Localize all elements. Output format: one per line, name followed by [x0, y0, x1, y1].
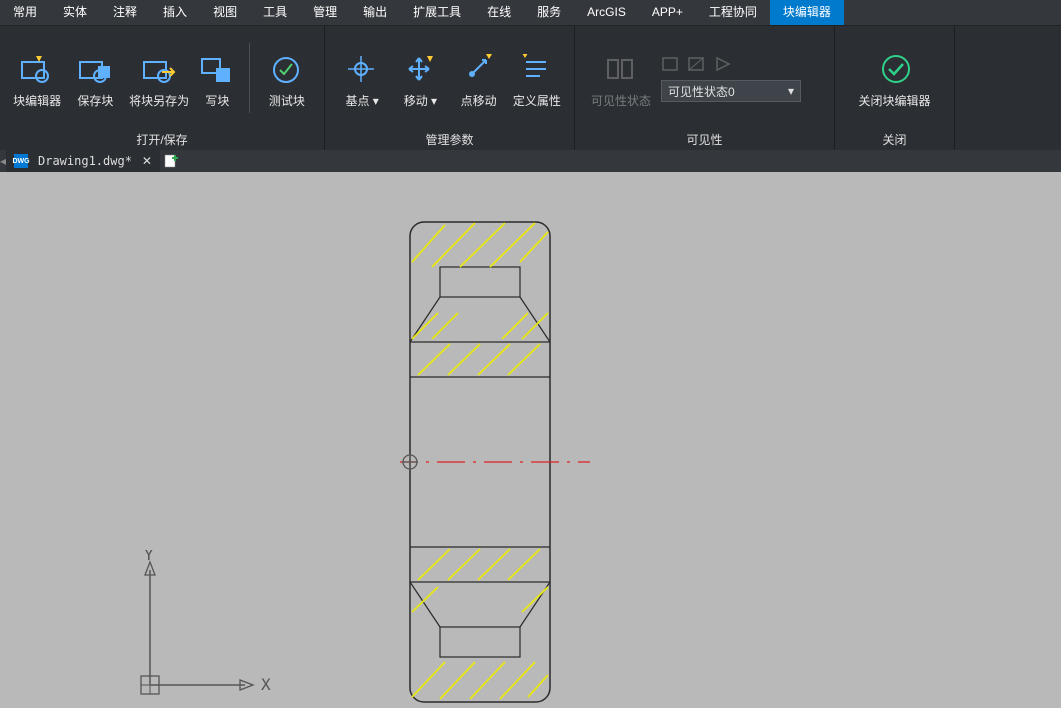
drawing-canvas[interactable]: Y X [0, 172, 1061, 708]
save-block-button[interactable]: 保存块 [68, 44, 122, 113]
menu-item[interactable]: 常用 [0, 0, 50, 25]
menu-item[interactable]: 扩展工具 [400, 0, 474, 25]
save-block-icon [78, 52, 112, 86]
write-block-button[interactable]: 写块 [196, 44, 239, 113]
point-move-button[interactable]: 点移动 [452, 44, 506, 113]
button-label: 基点 ▾ [345, 92, 378, 109]
menu-item[interactable]: APP+ [639, 0, 696, 25]
test-block-icon [270, 52, 304, 86]
basepoint-icon [345, 52, 379, 86]
define-attr-button[interactable]: 定义属性 [510, 44, 564, 113]
panel-title: 管理参数 [325, 130, 574, 150]
menu-item[interactable]: 实体 [50, 0, 100, 25]
define-attr-icon [520, 52, 554, 86]
visibility-states-icon [604, 52, 638, 86]
button-label: 块编辑器 [13, 92, 61, 109]
menu-item[interactable]: 工具 [250, 0, 300, 25]
close-tab-icon[interactable]: ✕ [142, 154, 152, 168]
ribbon-body: 块编辑器 保存块 将块另存为 写块 [0, 26, 324, 130]
document-tab-bar: ◂ DWG Drawing1.dwg* ✕ [0, 150, 1061, 172]
menu-item[interactable]: 注释 [100, 0, 150, 25]
button-label: 写块 [205, 92, 229, 109]
button-label: 可见性状态 [591, 92, 651, 109]
separator [249, 43, 250, 113]
point-move-icon [462, 52, 496, 86]
basepoint-button[interactable]: 基点 ▾ [335, 44, 389, 113]
chevron-down-icon: ▾ [788, 84, 794, 98]
button-label: 保存块 [77, 92, 113, 109]
menu-item[interactable]: 在线 [474, 0, 524, 25]
dwg-file-icon: DWG [14, 154, 28, 168]
menu-item[interactable]: 服务 [524, 0, 574, 25]
visibility-state-combo[interactable]: 可见性状态0 ▾ [661, 80, 801, 102]
panel-title: 打开/保存 [0, 130, 324, 150]
document-tab-label: Drawing1.dwg* [38, 154, 132, 168]
main-menubar: 常用 实体 注释 插入 视图 工具 管理 输出 扩展工具 在线 服务 ArcGI… [0, 0, 1061, 25]
menu-item[interactable]: 管理 [300, 0, 350, 25]
ribbon-body: 关闭块编辑器 [835, 26, 954, 130]
vis-icon-2 [687, 54, 707, 74]
ribbon: 块编辑器 保存块 将块另存为 写块 [0, 25, 1061, 150]
visibility-states-button: 可见性状态 [585, 44, 657, 113]
new-document-button[interactable] [160, 150, 182, 172]
test-block-button[interactable]: 测试块 [260, 44, 314, 113]
menu-item[interactable]: ArcGIS [574, 0, 639, 25]
ribbon-panel-manage-params: 基点 ▾ 移动 ▾ 点移动 定义属性 管理参数 [325, 26, 575, 150]
save-block-as-button[interactable]: 将块另存为 [126, 44, 191, 113]
document-tab[interactable]: DWG Drawing1.dwg* ✕ [6, 150, 160, 172]
block-editor-icon [20, 52, 54, 86]
button-label: 测试块 [269, 92, 305, 109]
ribbon-panel-visibility: 可见性状态 可见性状态0 ▾ 可见性 [575, 26, 835, 150]
button-label: 移动 ▾ [404, 92, 437, 109]
menu-item-active[interactable]: 块编辑器 [770, 0, 844, 25]
ribbon-body: 基点 ▾ 移动 ▾ 点移动 定义属性 [325, 26, 574, 130]
vis-icon-1 [661, 54, 681, 74]
button-label: 定义属性 [513, 92, 561, 109]
button-label: 关闭块编辑器 [858, 92, 930, 109]
combo-value: 可见性状态0 [668, 83, 735, 100]
write-block-icon [200, 52, 234, 86]
ucs-icon: Y X [135, 550, 280, 700]
cad-drawing-content [400, 217, 600, 707]
close-check-icon [878, 52, 912, 86]
vis-icon-3 [713, 54, 733, 74]
panel-title: 可见性 [575, 130, 834, 150]
menu-item[interactable]: 工程协同 [696, 0, 770, 25]
ribbon-panel-close: 关闭块编辑器 关闭 [835, 26, 955, 150]
ribbon-body: 可见性状态 可见性状态0 ▾ [575, 26, 834, 130]
ucs-y-label: Y [144, 550, 154, 564]
visibility-toolbar [661, 54, 801, 74]
button-label: 点移动 [461, 92, 497, 109]
menu-item[interactable]: 输出 [350, 0, 400, 25]
block-editor-button[interactable]: 块编辑器 [10, 44, 64, 113]
menu-item[interactable]: 视图 [200, 0, 250, 25]
ribbon-panel-open-save: 块编辑器 保存块 将块另存为 写块 [0, 26, 325, 150]
close-block-editor-button[interactable]: 关闭块编辑器 [850, 44, 940, 113]
ucs-x-label: X [261, 675, 271, 694]
move-button[interactable]: 移动 ▾ [393, 44, 447, 113]
save-block-as-icon [142, 52, 176, 86]
menu-item[interactable]: 插入 [150, 0, 200, 25]
panel-title: 关闭 [835, 130, 954, 150]
move-icon [403, 52, 437, 86]
button-label: 将块另存为 [129, 92, 189, 109]
